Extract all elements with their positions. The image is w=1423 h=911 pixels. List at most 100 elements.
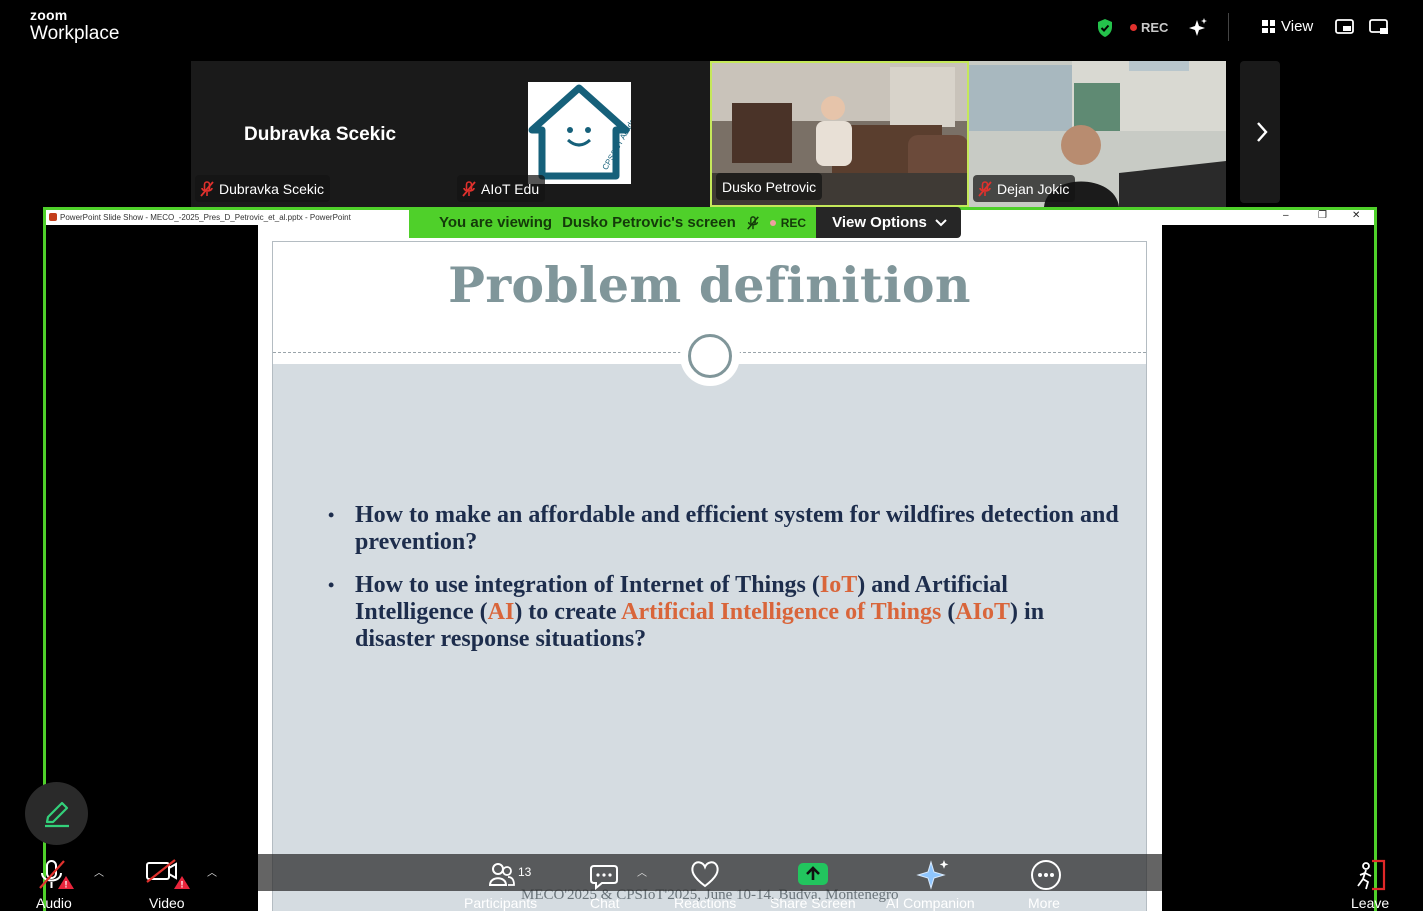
view-label: View xyxy=(1281,18,1314,35)
viewing-prefix: You are viewing xyxy=(439,214,553,231)
heart-icon xyxy=(691,861,719,888)
rec-label: REC xyxy=(1141,20,1169,35)
name-tag: Dubravka Scekic xyxy=(195,175,331,202)
pencil-icon xyxy=(45,801,69,828)
audio-label: Audio xyxy=(36,895,72,911)
brand-workplace: Workplace xyxy=(30,23,120,44)
name-tag: Dejan Jokic xyxy=(973,175,1076,202)
mic-off-icon xyxy=(462,180,476,197)
video-options-caret[interactable]: ︿ xyxy=(207,864,217,879)
app-logo: zoom Workplace xyxy=(30,8,119,43)
participants-button[interactable] xyxy=(487,858,517,890)
view-options-button[interactable]: View Options xyxy=(816,207,961,238)
participant-name: Dejan Jokic xyxy=(997,180,1070,197)
window-minimize-button[interactable]: – xyxy=(1283,210,1289,221)
svg-text:!: ! xyxy=(181,880,184,890)
house-logo-icon: CPS&IoT Academy xyxy=(528,84,643,180)
banner-rec-label: REC xyxy=(780,215,807,230)
share-arrow-icon xyxy=(798,863,828,885)
video-button[interactable]: ! xyxy=(145,858,195,892)
topbar-divider xyxy=(1228,13,1229,41)
participant-name: AIoT Edu xyxy=(481,180,540,197)
participant-name: Dubravka Scekic xyxy=(219,180,325,197)
shared-screen: PowerPoint Slide Show - MECO_-2025_Pres_… xyxy=(43,207,1377,911)
rec-dot xyxy=(1130,24,1137,31)
leave-label: Leave xyxy=(1351,895,1390,911)
participants-count: 13 xyxy=(518,865,532,879)
participants-icon xyxy=(488,863,515,886)
svg-text:!: ! xyxy=(65,880,68,890)
mic-off-icon: ! xyxy=(39,860,74,890)
highlight-aiot-full: Artificial Intelligence of Things xyxy=(621,599,942,625)
bullet-text: ( xyxy=(941,599,956,625)
reactions-label: Reactions xyxy=(674,895,737,911)
powerpoint-window-title: PowerPoint Slide Show - MECO_-2025_Pres_… xyxy=(60,213,351,222)
name-tag: AIoT Edu xyxy=(457,175,546,202)
bullet-text: How to make an affordable and efficient … xyxy=(355,502,1119,555)
ai-companion-label: AI Companion xyxy=(886,895,975,911)
audio-button[interactable]: ! xyxy=(34,858,78,892)
chat-label: Chat xyxy=(590,895,620,911)
highlight-iot: IoT xyxy=(819,572,858,598)
chat-options-caret[interactable]: ︿ xyxy=(637,864,647,879)
minimize-window-icon[interactable] xyxy=(1335,18,1355,36)
slide-title: Problem definition xyxy=(448,256,971,314)
highlight-aiot: AIoT xyxy=(955,599,1011,625)
viewing-info: You are viewing Dusko Petrovic's screen … xyxy=(409,207,817,238)
leave-button[interactable] xyxy=(1352,858,1388,892)
slide-body: How to make an affordable and efficient … xyxy=(273,364,1146,911)
ai-companion-button[interactable] xyxy=(915,858,951,892)
ai-sparkle-icon xyxy=(916,860,949,890)
slide-bullets: How to make an affordable and efficient … xyxy=(328,502,1128,669)
shield-icon[interactable] xyxy=(1096,18,1114,38)
banner-rec: REC xyxy=(769,215,807,230)
more-dots-icon xyxy=(1031,860,1061,890)
annotate-button[interactable] xyxy=(25,782,88,845)
chat-icon xyxy=(590,865,618,891)
brand-zoom: zoom xyxy=(30,7,68,23)
participants-label: Participants xyxy=(464,895,538,911)
highlight-ai: AI xyxy=(487,599,515,625)
window-restore-button[interactable]: ❐ xyxy=(1318,210,1327,221)
video-off-icon: ! xyxy=(146,859,190,890)
bullet-text: ) to create xyxy=(514,599,622,625)
participant-big-name: Dubravka Scekic xyxy=(244,124,397,145)
pip-icon[interactable] xyxy=(1369,18,1389,36)
name-tag: Dusko Petrovic xyxy=(716,173,823,200)
slide-ornament xyxy=(680,326,740,386)
participant-name: Dusko Petrovic xyxy=(722,178,817,195)
participant-tile-dusko[interactable]: Dusko Petrovic xyxy=(710,61,969,207)
reactions-button[interactable] xyxy=(689,858,721,890)
window-close-button[interactable]: ✕ xyxy=(1352,210,1360,221)
grid-icon xyxy=(1262,20,1275,33)
bullet-item: How to use integration of Internet of Th… xyxy=(328,572,1128,653)
slide: Problem definition How to make an afford… xyxy=(258,225,1162,911)
participant-tile-dubravka[interactable]: Dubravka Scekic Dubravka Scekic xyxy=(191,61,453,207)
mic-off-icon xyxy=(746,215,759,230)
recording-indicator[interactable]: REC xyxy=(1130,20,1168,35)
slide-frame: Problem definition How to make an afford… xyxy=(272,241,1147,911)
next-page-button[interactable] xyxy=(1240,61,1280,203)
more-label: More xyxy=(1028,895,1060,911)
bullet-item: How to make an affordable and efficient … xyxy=(328,502,1128,556)
audio-options-caret[interactable]: ︿ xyxy=(94,864,104,879)
video-label: Video xyxy=(149,895,185,911)
mic-off-icon xyxy=(200,180,214,197)
more-button[interactable] xyxy=(1030,858,1062,890)
view-options-label: View Options xyxy=(832,214,927,231)
leave-door-icon xyxy=(1357,859,1386,891)
view-button[interactable]: View xyxy=(1262,18,1313,35)
participant-tile-aiot[interactable]: CPS&IoT Academy AIoT Edu xyxy=(453,61,710,207)
share-screen-button[interactable] xyxy=(797,858,829,890)
powerpoint-icon xyxy=(49,213,57,221)
share-screen-label: Share Screen xyxy=(770,895,856,911)
sparkle-icon[interactable] xyxy=(1188,17,1208,37)
rec-dot xyxy=(769,219,776,226)
chat-button[interactable] xyxy=(590,858,620,892)
viewing-name: Dusko Petrovic's screen xyxy=(562,214,736,231)
viewing-banner: You are viewing Dusko Petrovic's screen … xyxy=(409,207,961,238)
participant-tile-dejan[interactable]: Dejan Jokic xyxy=(969,61,1226,207)
mic-off-icon xyxy=(978,180,992,197)
top-bar: zoom Workplace REC View xyxy=(0,0,1423,60)
chevron-right-icon xyxy=(1257,122,1268,142)
